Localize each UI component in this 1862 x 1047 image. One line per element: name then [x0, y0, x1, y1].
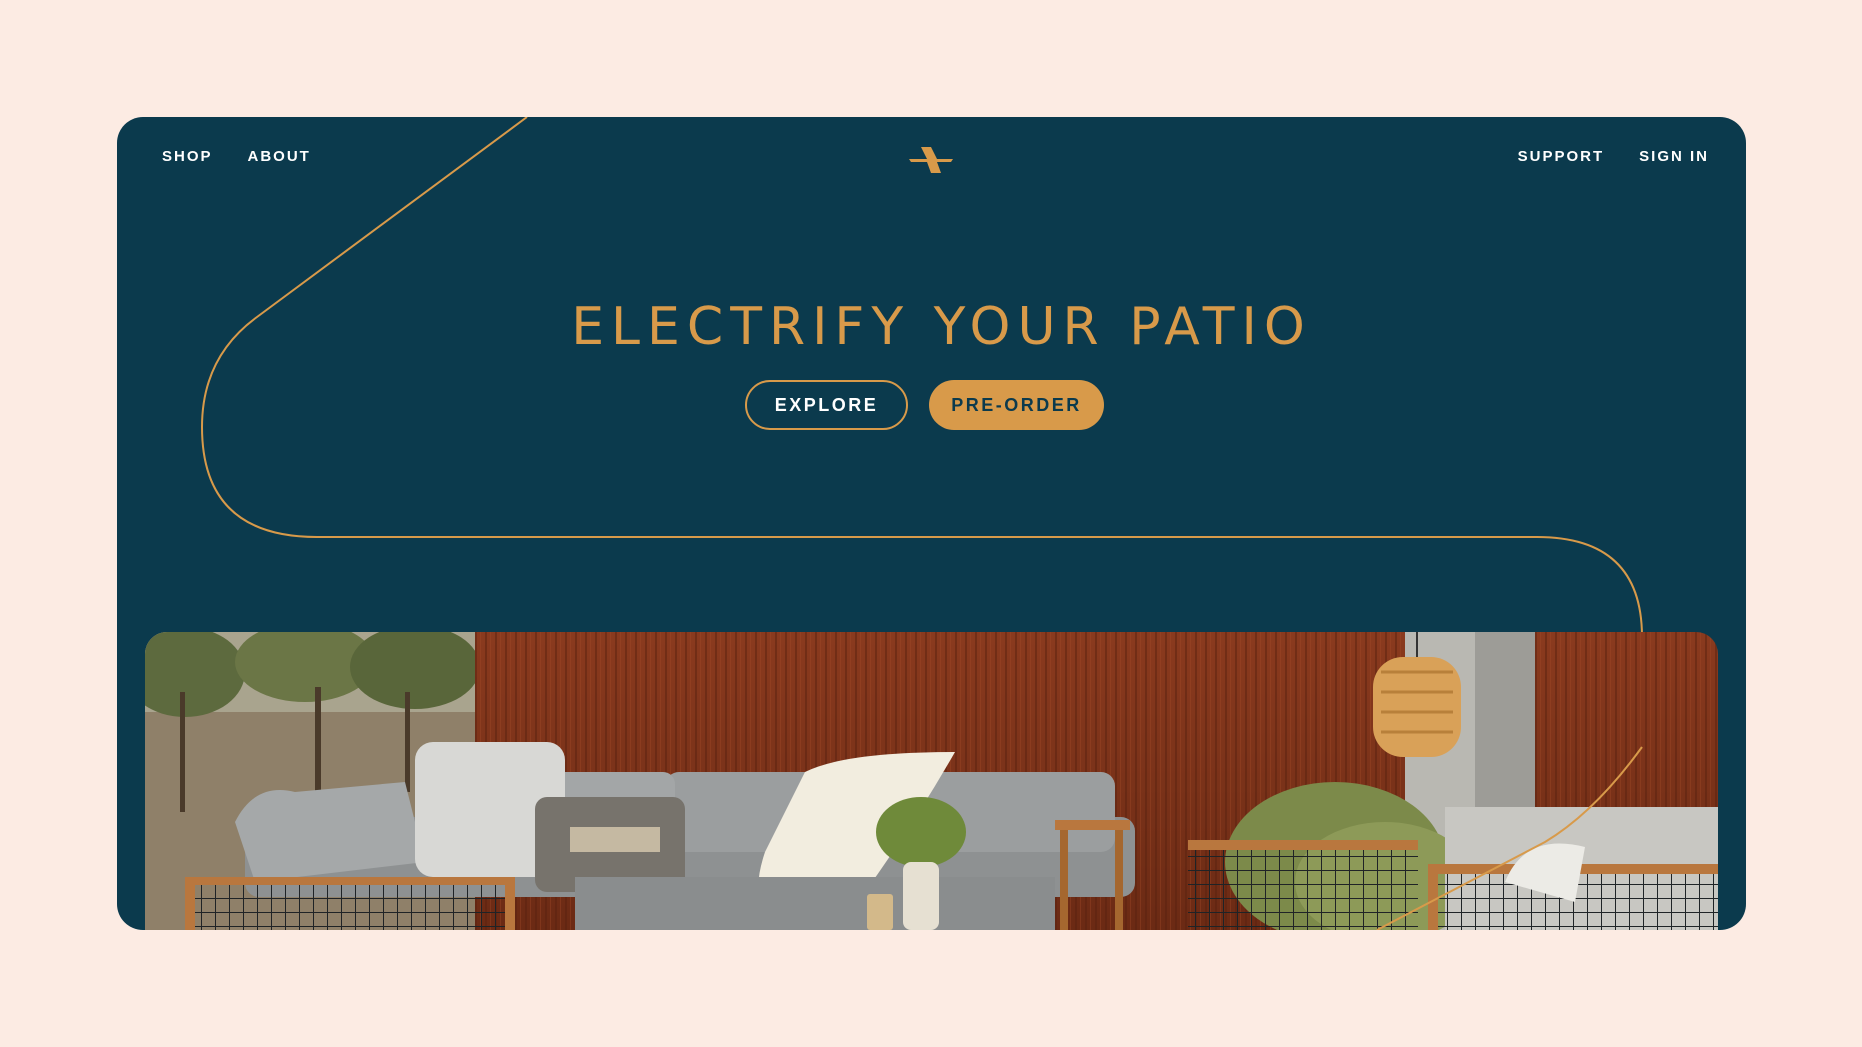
nav-link-shop[interactable]: SHOP: [162, 147, 213, 167]
nav-link-about[interactable]: ABOUT: [248, 147, 311, 167]
explore-button[interactable]: EXPLORE: [745, 380, 908, 430]
nav-link-support[interactable]: SUPPORT: [1518, 147, 1605, 167]
patio-hero-image: [145, 632, 1718, 930]
pre-order-button[interactable]: PRE-ORDER: [929, 380, 1104, 430]
hero-title: ELECTRIFY YOUR PATIO: [571, 297, 1312, 357]
primary-nav: SHOP ABOUT: [162, 147, 311, 167]
account-nav: SUPPORT SIGN IN: [1518, 147, 1709, 167]
nav-link-sign-in[interactable]: SIGN IN: [1639, 147, 1709, 167]
hero-card: SHOP ABOUT SUPPORT SIGN IN ELECTRIFY YOU…: [117, 117, 1746, 930]
brand-logo-icon[interactable]: [907, 145, 955, 175]
